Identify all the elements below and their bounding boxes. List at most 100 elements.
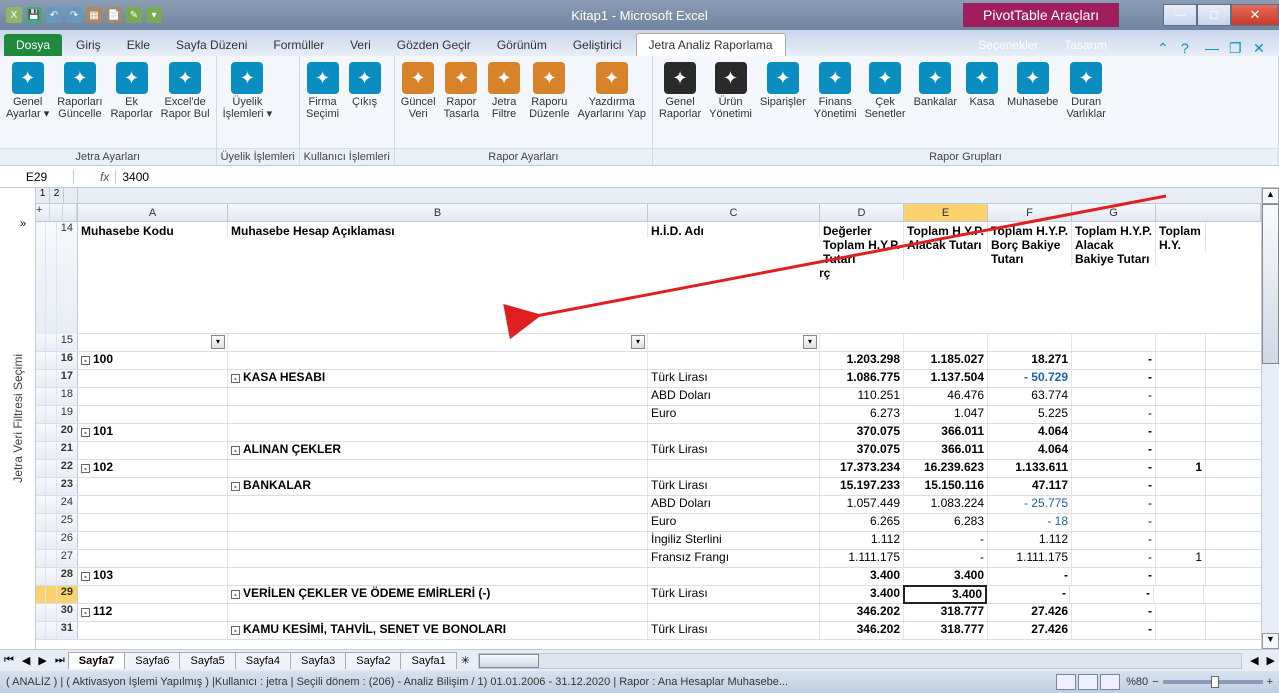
cell[interactable]: 1.203.298 [820,352,904,369]
tab-context[interactable]: Tasarım [1052,34,1119,56]
collapse-icon[interactable]: - [231,590,240,599]
save-icon[interactable]: 💾 [26,7,42,23]
ribbon-button[interactable]: ✦FinansYönetimi [810,58,861,148]
side-panel[interactable]: » Jetra Veri Filtresi Seçimi [0,188,36,649]
cell[interactable] [1156,424,1206,441]
cell[interactable]: 370.075 [820,424,904,441]
cell[interactable] [78,388,228,405]
ribbon-button[interactable]: ✦Kasa [961,58,1003,148]
cell[interactable] [1156,622,1206,639]
maximize-button[interactable]: ☐ [1197,4,1231,26]
ribbon-button[interactable]: ✦RaporuDüzenle [525,58,573,148]
cell[interactable]: Euro [648,514,820,531]
cell[interactable]: 1.083.224 [904,496,988,513]
cell[interactable] [78,406,228,423]
cell[interactable]: Fransız Frangı [648,550,820,567]
cell[interactable] [228,532,648,549]
collapse-icon[interactable]: - [81,572,90,581]
row-number[interactable]: 23 [57,478,77,495]
row-number[interactable]: 19 [57,406,77,423]
row-number[interactable]: 21 [57,442,77,459]
cell[interactable]: -BANKALAR [228,478,648,495]
view-normal-icon[interactable] [1056,674,1076,690]
horizontal-scrollbar[interactable] [478,653,1242,669]
cell[interactable]: - [1072,568,1156,585]
cell[interactable] [78,478,228,495]
cell[interactable] [1156,406,1206,423]
close-button[interactable]: ✕ [1231,4,1279,26]
minimize-button[interactable]: — [1163,4,1197,26]
cell[interactable] [228,406,648,423]
cell[interactable]: 27.426 [988,622,1072,639]
ribbon-button[interactable]: ✦Siparişler [756,58,810,148]
col-header[interactable]: D [820,204,904,221]
sheet-tab[interactable]: Sayfa5 [179,652,235,669]
row-number[interactable]: 25 [57,514,77,531]
outline-level[interactable]: 2 [50,188,64,203]
tab[interactable]: Giriş [64,34,113,56]
cell[interactable]: 318.777 [904,622,988,639]
col-header[interactable]: C [648,204,820,221]
cell[interactable]: 46.476 [904,388,988,405]
ribbon-button[interactable]: ✦EkRaporlar [106,58,156,148]
row-number[interactable]: 15 [57,334,77,351]
ribbon-button[interactable]: ✦Excel'deRapor Bul [157,58,214,148]
cell[interactable] [78,496,228,513]
sheet-tab[interactable]: Sayfa2 [345,652,401,669]
tab[interactable]: Geliştirici [561,34,634,56]
workbook-close-icon[interactable]: ✕ [1253,40,1269,56]
cell[interactable]: 18.271 [988,352,1072,369]
col-header[interactable]: A [78,204,228,221]
cell[interactable] [1156,604,1206,621]
cell[interactable] [78,622,228,639]
tab-active[interactable]: Jetra Analiz Raporlama [636,33,786,56]
ribbon-button[interactable]: ✦Bankalar [910,58,961,148]
col-header[interactable]: E [904,204,988,221]
cell[interactable] [1156,388,1206,405]
ribbon-button[interactable]: ✦FirmaSeçimi [302,58,344,148]
cell[interactable]: Türk Lirası [648,478,820,495]
cell[interactable] [1156,478,1206,495]
qat-icon[interactable]: 📄 [106,7,122,23]
ribbon-button[interactable]: ✦RaporTasarla [440,58,483,148]
cell[interactable]: 1.111.175 [820,550,904,567]
cell[interactable]: Euro [648,406,820,423]
new-sheet-icon[interactable]: ✳ [457,654,474,667]
vertical-scrollbar[interactable]: ▲ ▼ [1261,188,1279,649]
row-number[interactable]: 22 [57,460,77,477]
row-number[interactable]: 18 [57,388,77,405]
cell[interactable]: 110.251 [820,388,904,405]
cell[interactable]: - [904,532,988,549]
cell[interactable] [78,370,228,387]
tab[interactable]: Veri [338,34,383,56]
row-number[interactable]: 27 [57,550,77,567]
cell[interactable]: - 18 [988,514,1072,531]
cell[interactable] [648,424,820,441]
selected-cell[interactable]: 3.400 [903,585,987,604]
cell[interactable]: 6.265 [820,514,904,531]
scroll-right-icon[interactable]: ▶ [1263,654,1279,667]
cell[interactable] [1156,352,1206,369]
collapse-icon[interactable]: - [231,626,240,635]
cell[interactable]: 346.202 [820,622,904,639]
ribbon-button[interactable]: ✦ÜrünYönetimi [705,58,756,148]
qat-icon[interactable]: ✎ [126,7,142,23]
cell[interactable]: -101 [78,424,228,441]
zoom-slider[interactable] [1163,680,1263,684]
cell[interactable]: - [1070,586,1154,603]
sheet-tab[interactable]: Sayfa4 [235,652,291,669]
workbook-minimize-icon[interactable]: — [1205,40,1221,56]
cell[interactable]: - 25.775 [988,496,1072,513]
cell[interactable]: -ALINAN ÇEKLER [228,442,648,459]
cell[interactable]: - [904,550,988,567]
cell[interactable]: 27.426 [988,604,1072,621]
cell[interactable]: 366.011 [904,424,988,441]
tab[interactable]: Görünüm [485,34,559,56]
row-number[interactable]: 14 [57,222,77,334]
filter-button[interactable]: ▾ [803,335,817,349]
cell[interactable]: 5.225 [988,406,1072,423]
collapse-icon[interactable]: - [81,608,90,617]
cell[interactable]: - [1072,622,1156,639]
cell[interactable]: - [1072,496,1156,513]
sheet-tab[interactable]: Sayfa3 [290,652,346,669]
